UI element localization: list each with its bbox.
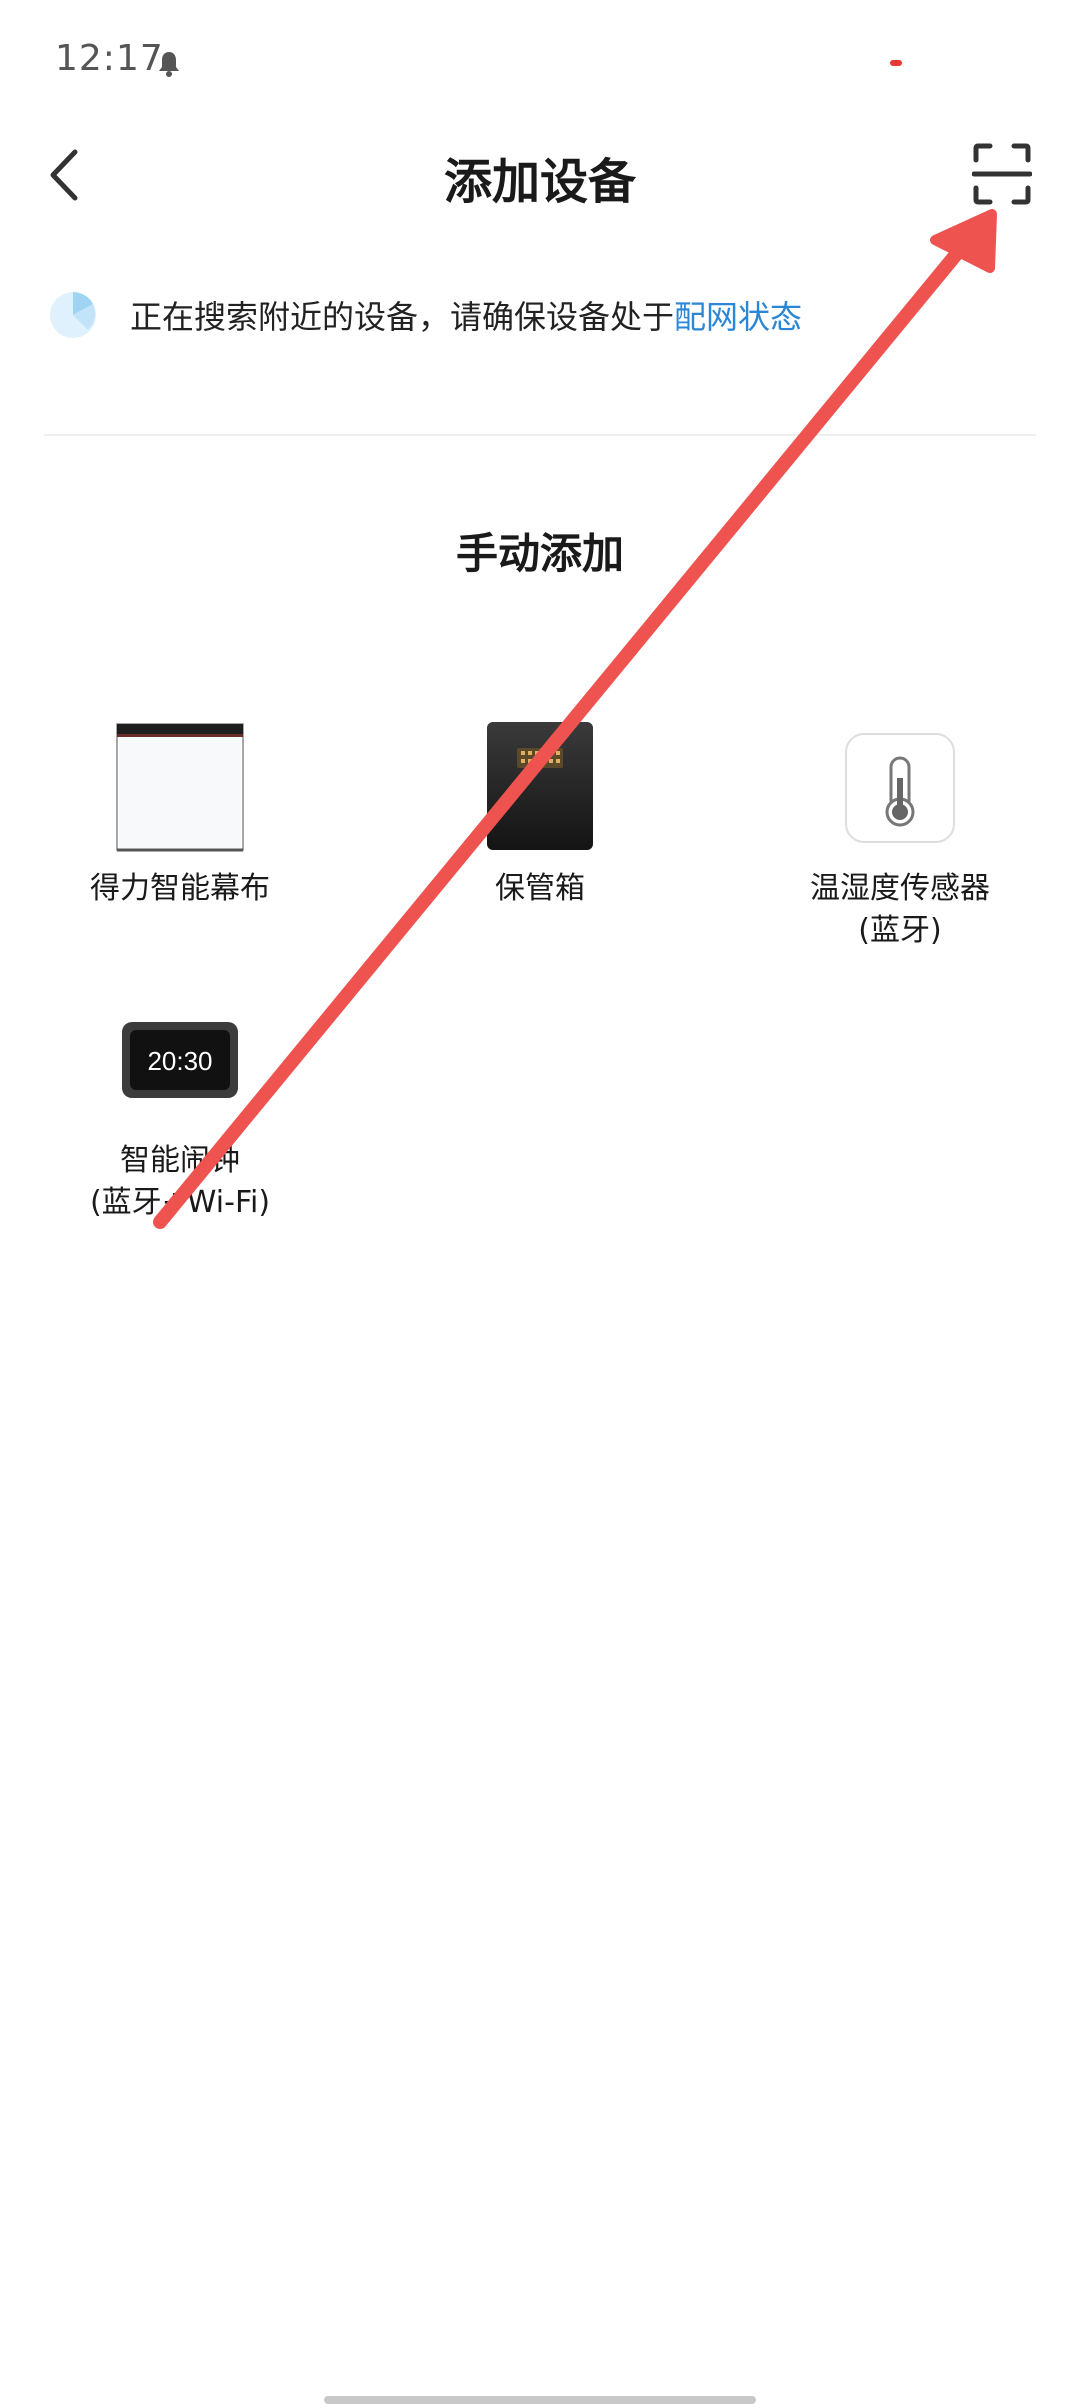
search-status-text: 正在搜索附近的设备，请确保设备处于配网状态 bbox=[130, 292, 802, 338]
search-status-message: 正在搜索附近的设备，请确保设备处于 bbox=[130, 298, 675, 336]
device-label: 智能闹钟 (蓝牙+Wi-Fi) bbox=[89, 1143, 271, 1220]
add-device-screen: 12:17 添加设备 正在搜索附近的设备，请确保设备处于配网状态 手动添加 得力… bbox=[0, 0, 1080, 2408]
alarm-clock-icon: 20:30 bbox=[122, 1022, 238, 1098]
device-label: 得力智能幕布 bbox=[90, 871, 270, 906]
manual-add-title: 手动添加 bbox=[455, 529, 624, 578]
status-time: 12:17 bbox=[55, 38, 164, 79]
device-item-safe-box[interactable]: 保管箱 bbox=[360, 720, 720, 910]
search-status-row: 正在搜索附近的设备，请确保设备处于配网状态 bbox=[0, 280, 1080, 360]
device-item-temp-humidity-sensor[interactable]: 温湿度传感器 (蓝牙) bbox=[720, 720, 1080, 952]
bell-icon bbox=[159, 52, 179, 77]
device-label: 保管箱 bbox=[495, 871, 585, 906]
network-config-link[interactable]: 配网状态 bbox=[674, 298, 802, 336]
page-title: 添加设备 bbox=[443, 154, 636, 210]
thermometer-icon bbox=[845, 733, 955, 843]
status-indicator-dot bbox=[890, 60, 902, 66]
device-item-smart-screen[interactable]: 得力智能幕布 bbox=[0, 720, 360, 910]
divider bbox=[44, 434, 1036, 436]
spinner-icon bbox=[50, 292, 96, 338]
home-indicator[interactable] bbox=[324, 2396, 756, 2404]
status-bar: 12:17 bbox=[0, 0, 1080, 120]
safe-box-icon bbox=[487, 722, 593, 850]
app-bar: 添加设备 bbox=[0, 120, 1080, 230]
clock-display: 20:30 bbox=[147, 1046, 212, 1076]
device-item-smart-alarm-clock[interactable]: 20:30 智能闹钟 (蓝牙+Wi-Fi) bbox=[0, 1020, 360, 1224]
scan-icon[interactable] bbox=[972, 142, 1032, 206]
device-label: 温湿度传感器 (蓝牙) bbox=[810, 871, 990, 948]
projector-screen-icon bbox=[116, 723, 244, 852]
